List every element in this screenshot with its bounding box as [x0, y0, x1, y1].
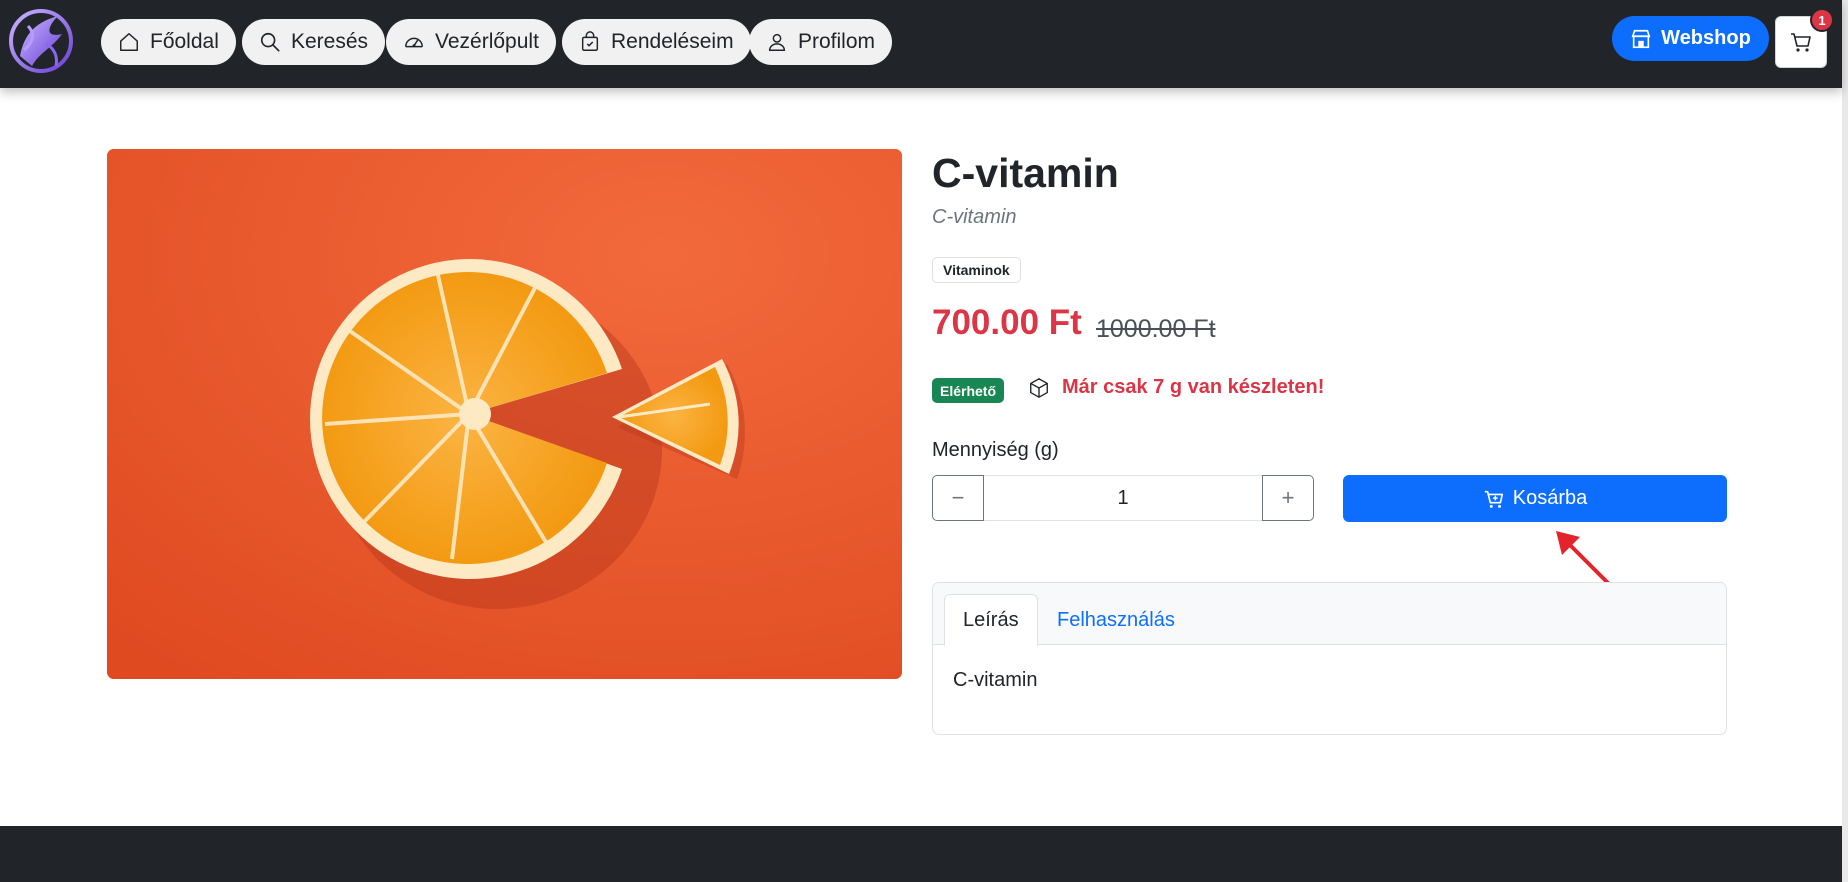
- tab-usage[interactable]: Felhasználás: [1039, 594, 1193, 646]
- nav-item-label: Főoldal: [150, 30, 219, 53]
- cart-count-badge: 1: [1810, 8, 1834, 32]
- nav-item-dashboard[interactable]: Vezérlőpult: [386, 19, 556, 65]
- quantity-decrease-button[interactable]: −: [932, 475, 984, 521]
- quantity-stepper: − 1 +: [932, 475, 1314, 521]
- tab-description[interactable]: Leírás: [944, 594, 1038, 646]
- top-navbar: Főoldal Keresés Vezérlőpult Rendeléseim …: [0, 0, 1842, 88]
- product-image: [107, 149, 902, 679]
- quantity-label: Mennyiség (g): [932, 439, 1059, 461]
- quantity-increase-button[interactable]: +: [1262, 475, 1314, 521]
- box-icon: [1030, 377, 1048, 398]
- add-to-cart-button[interactable]: Kosárba: [1343, 475, 1727, 522]
- original-price: 1000.00 Ft: [1096, 315, 1216, 343]
- orders-icon: [581, 31, 599, 51]
- search-icon: [260, 32, 280, 52]
- cart-plus-icon: [1484, 490, 1503, 508]
- product-title: C-vitamin: [932, 150, 1119, 196]
- quantity-input[interactable]: 1: [984, 475, 1262, 521]
- nav-item-label: Keresés: [291, 30, 369, 53]
- page-footer: [0, 826, 1842, 882]
- stock-warning-text: Már csak 7 g van készleten!: [1062, 376, 1325, 398]
- add-to-cart-label: Kosárba: [1512, 487, 1588, 509]
- store-icon: [1631, 29, 1651, 48]
- orange-slice-image: [107, 149, 902, 679]
- nav-item-label: Profilom: [798, 30, 876, 53]
- category-badge[interactable]: Vitaminok: [932, 257, 1021, 283]
- tabs-header: Leírás Felhasználás: [933, 583, 1726, 646]
- webshop-label: Webshop: [1661, 27, 1751, 49]
- scrollbar-track[interactable]: [1842, 0, 1848, 882]
- cart-icon: [1791, 33, 1811, 52]
- user-icon: [768, 33, 786, 51]
- brand-logo[interactable]: [6, 4, 76, 78]
- home-icon: [120, 33, 138, 51]
- product-price: 700.00 Ft: [932, 303, 1082, 342]
- product-details-tabs: Leírás Felhasználás C-vitamin: [932, 582, 1727, 735]
- nav-item-label: Vezérlőpult: [435, 30, 539, 53]
- nav-item-orders[interactable]: Rendeléseim: [562, 19, 751, 65]
- nav-item-search[interactable]: Keresés: [242, 19, 386, 65]
- webshop-button[interactable]: Webshop: [1612, 16, 1769, 61]
- nav-item-label: Rendeléseim: [611, 30, 734, 53]
- stock-warning: Már csak 7 g van készleten!: [1028, 376, 1324, 399]
- logo-icon: [9, 9, 73, 73]
- annotation-arrow-icon: [1556, 531, 1612, 587]
- nav-item-home[interactable]: Főoldal: [101, 19, 236, 65]
- cart-button[interactable]: 1: [1775, 8, 1834, 68]
- nav-item-profile[interactable]: Profilom: [749, 19, 893, 65]
- product-subtitle: C-vitamin: [932, 206, 1017, 228]
- availability-badge: Elérhető: [932, 378, 1005, 403]
- tab-content: C-vitamin: [953, 669, 1038, 691]
- dashboard-icon: [405, 37, 423, 48]
